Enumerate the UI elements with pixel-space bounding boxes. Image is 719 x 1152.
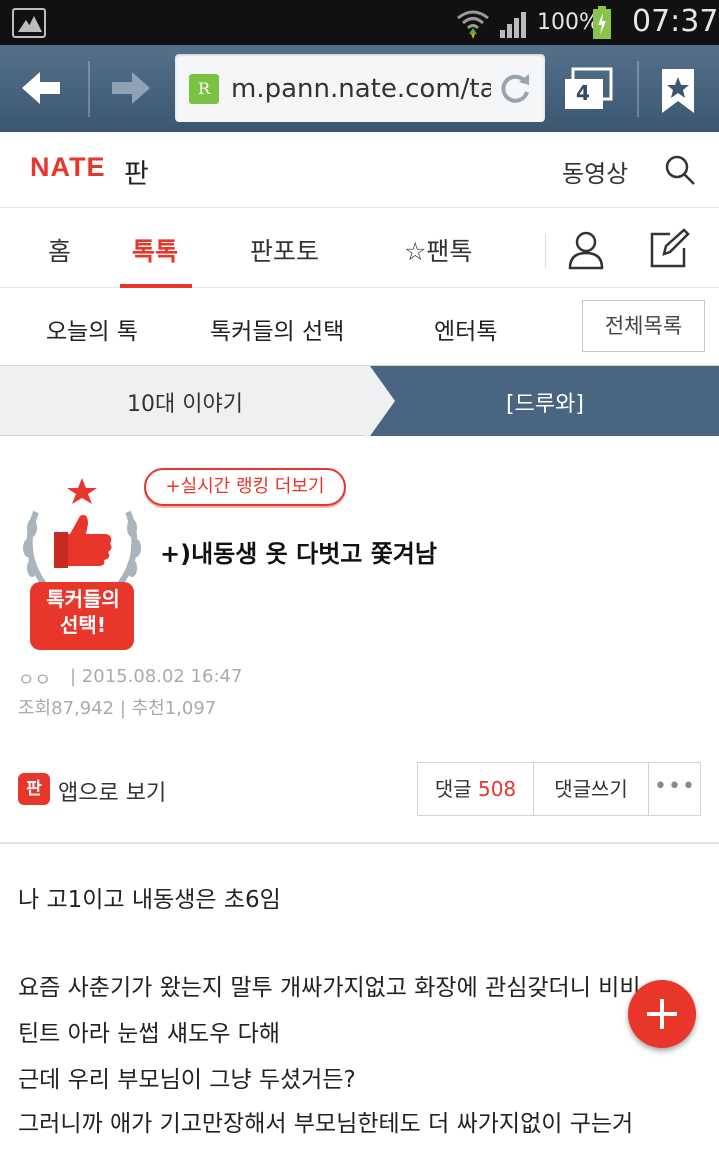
bookmark-icon[interactable] xyxy=(660,67,696,115)
floating-add-button[interactable] xyxy=(628,980,696,1048)
body-paragraph: 요즘 사춘기가 왔는지 말투 개싸가지없고 화장에 관심갖더니 비비 xyxy=(18,975,641,1001)
article-title: +)내동생 옷 다벗고 쫓겨남 xyxy=(160,540,437,568)
category-current-label: [드루와] xyxy=(506,392,584,417)
body-paragraph: 나 고1이고 내동생은 초6임 xyxy=(18,887,281,913)
realtime-ranking-button[interactable]: +실시간 랭킹 더보기 xyxy=(144,468,346,506)
badge-label: 톡커들의 선택! xyxy=(34,586,132,638)
main-nav: 홈 톡톡 판포토 ☆팬톡 xyxy=(0,208,719,288)
body-paragraph: 틴트 아라 눈썹 섀도우 다해 xyxy=(18,1021,281,1047)
subnav-talkers-choice[interactable]: 톡커들의 선택 xyxy=(210,312,344,346)
reload-icon[interactable] xyxy=(497,70,533,106)
nate-logo[interactable]: NATE xyxy=(30,152,106,183)
gallery-notification-icon xyxy=(12,8,46,38)
sub-nav: 오늘의 톡 톡커들의 선택 엔터톡 전체목록 xyxy=(0,288,719,366)
search-icon[interactable] xyxy=(664,154,696,186)
signal-icon xyxy=(500,12,526,38)
address-bar[interactable]: R m.pann.nate.com/tal xyxy=(175,54,545,122)
comments-count: 508 xyxy=(477,777,517,801)
forward-arrow-icon[interactable] xyxy=(108,67,154,109)
site-favicon: R xyxy=(189,74,219,104)
subnav-today-talk[interactable]: 오늘의 톡 xyxy=(46,312,138,346)
wifi-icon xyxy=(457,10,489,39)
tab-toktok[interactable]: 톡톡 xyxy=(132,232,178,268)
comment-actions: 댓글 508 댓글쓰기 ••• xyxy=(417,762,701,816)
back-arrow-icon[interactable] xyxy=(18,67,64,109)
write-comment-button[interactable]: 댓글쓰기 xyxy=(534,763,649,815)
open-in-app-link[interactable]: 앱으로 보기 xyxy=(58,775,166,807)
post-date: | 2015.08.02 16:47 xyxy=(70,666,243,687)
author-name: ㅇㅇ xyxy=(18,670,52,691)
body-paragraph: 근데 우리 부모님이 그냥 두셨거든? xyxy=(18,1067,356,1093)
status-bar: 100% 07:37 xyxy=(0,0,719,45)
site-header: NATE 판 동영상 xyxy=(0,132,719,208)
browser-toolbar: R m.pann.nate.com/tal 4 xyxy=(0,45,719,132)
content-divider xyxy=(0,842,719,844)
badge-line-2: 선택! xyxy=(60,613,106,637)
post-stats: 조회87,942 | 추천1,097 xyxy=(18,698,217,719)
category-parent-label: 10대 이야기 xyxy=(127,392,243,417)
tab-count: 4 xyxy=(576,81,590,105)
tab-fan-talk[interactable]: ☆팬톡 xyxy=(404,232,472,268)
battery-icon xyxy=(593,6,611,39)
tab-home[interactable]: 홈 xyxy=(48,232,71,268)
write-icon[interactable] xyxy=(648,228,690,270)
battery-percent: 100% xyxy=(537,10,600,35)
user-icon[interactable] xyxy=(567,230,605,270)
toolbar-divider xyxy=(88,61,90,117)
body-paragraph: 그러니까 애가 기고만장해서 부모님한테도 더 싸가지없이 구는거 xyxy=(18,1111,634,1137)
all-list-button[interactable]: 전체목록 xyxy=(582,300,705,352)
tab-pann-photo[interactable]: 판포토 xyxy=(250,232,319,268)
more-options-button[interactable]: ••• xyxy=(649,763,701,815)
category-bar: 10대 이야기 [드루와] xyxy=(0,366,719,436)
comments-label: 댓글 xyxy=(434,777,472,801)
pann-logo[interactable]: 판 xyxy=(124,152,149,191)
pann-app-icon[interactable]: 판 xyxy=(18,773,50,805)
subnav-enter-talk[interactable]: 엔터톡 xyxy=(434,312,497,346)
badge-line-1: 톡커들의 xyxy=(46,587,120,611)
nav-divider xyxy=(545,234,546,268)
video-link[interactable]: 동영상 xyxy=(562,154,628,189)
category-parent[interactable]: 10대 이야기 xyxy=(0,366,390,436)
url-text[interactable]: m.pann.nate.com/tal xyxy=(231,74,491,104)
clock: 07:37 xyxy=(632,4,719,39)
comments-button[interactable]: 댓글 508 xyxy=(418,763,534,815)
toolbar-divider xyxy=(637,61,639,117)
